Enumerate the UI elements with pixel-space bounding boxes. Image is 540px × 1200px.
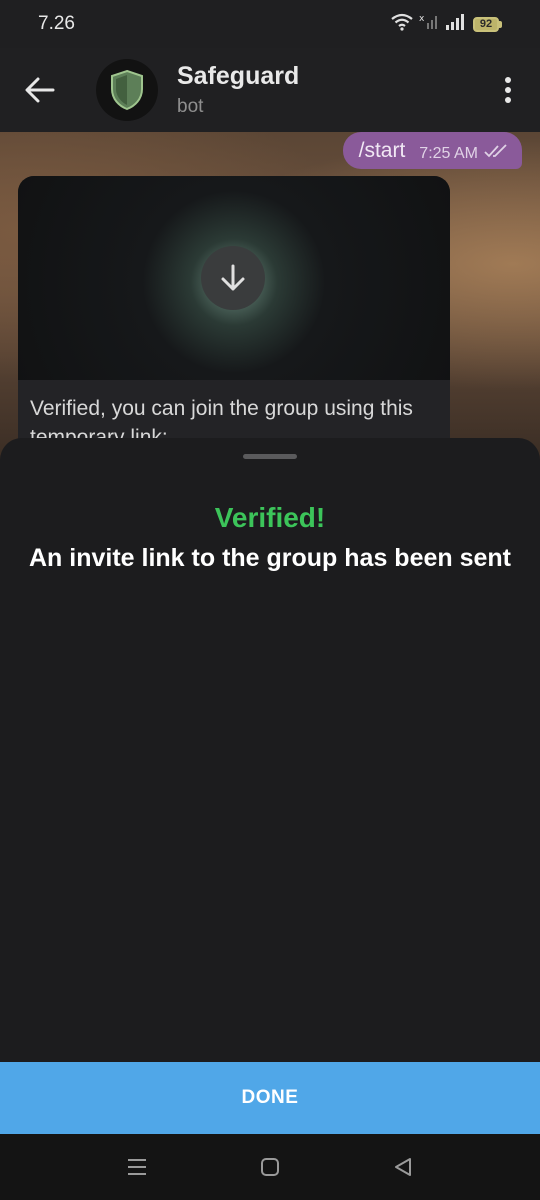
navigation-bar	[0, 1134, 540, 1200]
download-button[interactable]	[201, 246, 265, 310]
no-signal-icon: x	[419, 13, 439, 36]
incoming-message[interactable]: Verified, you can join the group using t…	[18, 176, 450, 462]
status-time: 7.26	[38, 13, 75, 34]
recents-icon	[127, 1159, 146, 1175]
system-back-button[interactable]	[383, 1147, 423, 1187]
sheet-grabber[interactable]	[243, 454, 297, 459]
title-block[interactable]: Safeguard bot	[177, 62, 299, 118]
chat-subtitle: bot	[177, 96, 204, 117]
media-preview[interactable]	[18, 176, 450, 380]
battery-icon: 92	[473, 16, 502, 32]
battery-level: 92	[473, 16, 499, 32]
download-icon	[221, 264, 245, 291]
outgoing-message[interactable]: /start 7:25 AM	[342, 132, 522, 169]
avatar[interactable]	[96, 59, 158, 121]
recents-button[interactable]	[117, 1147, 157, 1187]
message-time: 7:25 AM	[419, 144, 478, 162]
home-button[interactable]	[250, 1147, 290, 1187]
back-icon	[395, 1158, 412, 1176]
more-options-button[interactable]	[496, 74, 520, 106]
verified-title: Verified!	[214, 502, 326, 533]
shield-icon	[111, 69, 143, 111]
back-arrow-icon	[25, 77, 55, 103]
done-button[interactable]: DONE	[0, 1062, 540, 1134]
back-button[interactable]	[0, 48, 80, 132]
status-icons: x 92	[391, 13, 502, 36]
chat-title: Safeguard	[177, 62, 300, 90]
svg-text:x: x	[419, 14, 425, 24]
status-bar: 7.26 x 92	[0, 0, 540, 48]
wifi-icon	[391, 13, 413, 36]
message-text: /start	[358, 138, 406, 162]
chat-header: Safeguard bot	[0, 48, 540, 132]
signal-icon	[445, 13, 467, 36]
double-check-icon	[484, 143, 510, 164]
home-icon	[260, 1158, 279, 1176]
chat-area: /start 7:25 AM Verified, you can join th…	[0, 132, 540, 462]
verified-message: An invite link to the group has been sen…	[29, 544, 511, 572]
bottom-sheet: Verified! An invite link to the group ha…	[0, 438, 540, 1062]
more-vert-icon	[505, 77, 511, 103]
